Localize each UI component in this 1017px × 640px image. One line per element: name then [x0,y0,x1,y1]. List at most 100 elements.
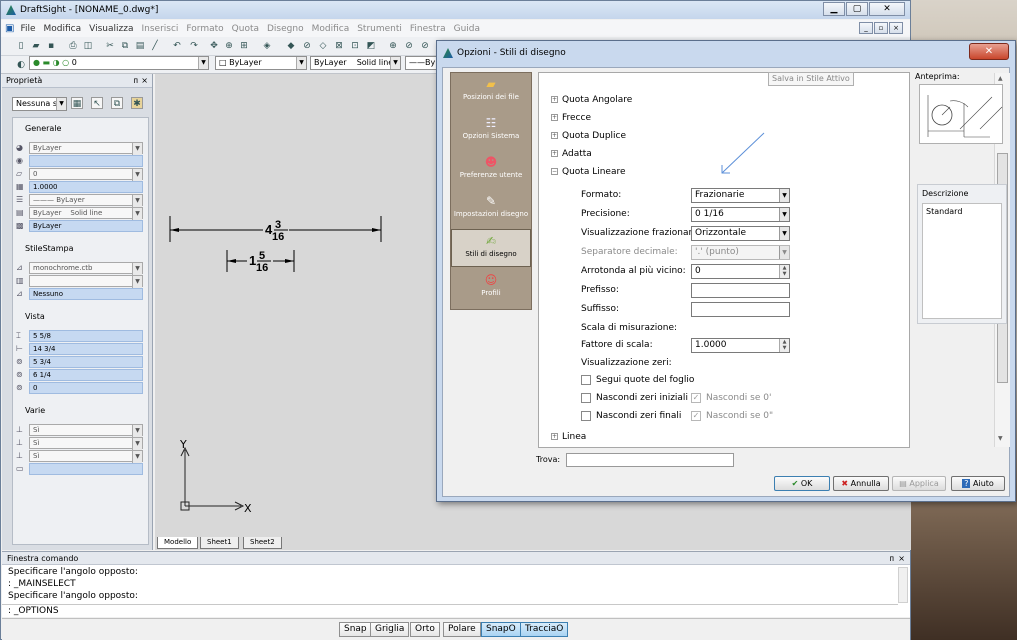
quick-select-icon[interactable]: ▦ [71,97,83,109]
zoom-window-icon[interactable]: ⊞ [238,40,250,52]
menu-modifica[interactable]: Modifica [40,24,86,34]
prop-plotstyle-attached[interactable]: ▥ ▼ [16,275,143,288]
nascondi-zeri-iniziali-checkbox[interactable] [581,393,591,403]
precisione-select[interactable]: 0 1/16 ▼ [691,207,790,222]
suffisso-input[interactable] [691,302,790,317]
tree-quota-duplice[interactable]: + Quota Duplice [551,131,626,141]
selection-combo[interactable]: Nessuna sel ▼ [12,97,67,111]
nav-impostazioni-disegno[interactable]: ✎ Impostazioni disegno [451,190,531,228]
tree-linea[interactable]: + Linea [551,432,586,442]
ortho-button[interactable]: Orto [410,622,440,637]
polar-button[interactable]: Polare [443,622,481,637]
menu-strumenti[interactable]: Strumenti [353,24,406,34]
tab-sheet1[interactable]: Sheet1 [200,537,239,549]
snap-icon-9[interactable]: ⊘ [419,40,431,52]
prop-ucs-name[interactable]: ▭ [16,463,143,475]
layer-state-icon[interactable]: ◐ [15,59,27,71]
segui-quote-checkbox[interactable] [581,375,591,385]
print-preview-icon[interactable]: ◫ [82,40,94,52]
minimize-button[interactable]: ▁ [823,2,845,16]
dialog-close-button[interactable]: ✕ [969,43,1009,60]
menu-guida[interactable]: Guida [450,24,484,34]
tab-modello[interactable]: Modello [157,537,199,549]
tree-quota-lineare[interactable]: − Quota Lineare [551,167,626,177]
nascondi-zeri-finali-checkbox[interactable] [581,411,591,421]
prop-plotstyle[interactable]: ⊿ Nessuno [16,288,143,300]
help-button[interactable]: ? Aiuto [951,476,1005,491]
pin-icon[interactable]: ᴨ [133,74,138,88]
grid-button[interactable]: Griglia [370,622,410,637]
nav-posizioni-file[interactable]: ▰ Posizioni dei file [451,73,531,111]
prop-transparency[interactable]: ▩ ByLayer [16,220,143,232]
arrotonda-input[interactable]: 0 ▲ ▼ [691,264,790,279]
menu-modifica-2[interactable]: Modifica [308,24,354,34]
zoom-realtime-icon[interactable]: ⊕ [223,40,235,52]
menu-inserisci[interactable]: Inserisci [137,24,182,34]
menu-file[interactable]: File [16,24,39,34]
prop-linetype-scale[interactable]: ▦ 1.0000 [16,181,143,193]
esnap-button[interactable]: SnapO [481,622,521,637]
cancel-button[interactable]: ✖ Annulla [833,476,889,491]
sepdec-select[interactable]: '.' (punto) ▼ [691,245,790,260]
scroll-up-icon[interactable]: ▲ [998,75,1003,82]
prop-layer-row[interactable]: ◉ [16,155,143,167]
prop-view-width[interactable]: ⊢ 14 3/4 [16,343,143,355]
command-scrollbar[interactable] [898,567,908,603]
nascondi-se-0-piedi-checkbox[interactable]: ✓ [691,393,701,403]
snap-icon-1[interactable]: ◆ [285,40,297,52]
snap-icon-3[interactable]: ◇ [317,40,329,52]
snap-button[interactable]: Snap [339,622,372,637]
prop-view-center-y[interactable]: ⊚ 6 1/4 [16,369,143,381]
linetype-combo[interactable]: ByLayer Solid line ▼ [310,56,401,70]
snap-icon-4[interactable]: ⊠ [333,40,345,52]
close-button[interactable]: ✕ [869,2,905,16]
layer-manager-icon[interactable]: ◈ [261,40,273,52]
print-icon[interactable]: ⎙ [67,40,79,52]
select-objects-icon[interactable]: ↖ [91,97,103,109]
match-properties-icon[interactable]: ╱ [149,40,161,52]
pan-icon[interactable]: ✥ [208,40,220,52]
menu-quota[interactable]: Quota [228,24,263,34]
prop-ucs-icon-on[interactable]: ⊥ Sì ▼ [16,424,143,437]
prop-ucs-per-viewport[interactable]: ⊥ Sì ▼ [16,450,143,463]
prop-view-center-z[interactable]: ⊚ 0 [16,382,143,394]
menu-finestra[interactable]: Finestra [406,24,450,34]
prop-view-center-x[interactable]: ⊚ 5 3/4 [16,356,143,368]
prop-ucs-icon-origin[interactable]: ⊥ Sì ▼ [16,437,143,450]
nav-opzioni-sistema[interactable]: ☷ Opzioni Sistema [451,112,531,150]
ok-button[interactable]: ✔ OK [774,476,830,491]
paste-icon[interactable]: ▤ [134,40,146,52]
fattore-input[interactable]: 1.0000 ▲ ▼ [691,338,790,353]
tab-sheet2[interactable]: Sheet2 [243,537,282,549]
save-to-active-style-button[interactable]: Salva in Stile Attivo [768,72,854,86]
prop-plotstyle-table[interactable]: ⊿ monochrome.ctb ▼ [16,262,143,275]
color-combo[interactable]: □ ByLayer ▼ [215,56,307,70]
fattore-spinner-icon[interactable]: ▲ ▼ [779,339,789,352]
layer-combo[interactable]: ● ▬ ◑ ○ 0 ▼ [29,56,209,70]
doc-close-button[interactable]: × [889,22,903,34]
tree-quota-angolare[interactable]: + Quota Angolare [551,95,632,105]
snap-icon-7[interactable]: ⊕ [387,40,399,52]
snap-icon-8[interactable]: ⊘ [403,40,415,52]
nav-stili-disegno[interactable]: ✍ Stili di disegno [451,229,531,267]
scroll-down-icon[interactable]: ▼ [998,435,1003,442]
command-input[interactable]: : _OPTIONS [8,606,59,616]
tree-adatta[interactable]: + Adatta [551,149,592,159]
apply-button[interactable]: ▤ Applica [892,476,946,491]
prefisso-input[interactable] [691,283,790,298]
undo-icon[interactable]: ↶ [171,40,183,52]
save-icon[interactable]: ▪ [45,40,57,52]
doc-minimize-button[interactable]: _ [859,22,873,34]
toggle-pickadd-icon[interactable]: ⧉ [111,97,123,109]
snap-icon-5[interactable]: ⊡ [349,40,361,52]
cmd-pin-icon[interactable]: ᴨ [889,552,894,565]
menu-disegno[interactable]: Disegno [263,24,308,34]
menu-visualizza[interactable]: Visualizza [85,24,137,34]
new-icon[interactable]: ▯ [15,40,27,52]
nascondi-se-0-pollici-checkbox[interactable]: ✓ [691,411,701,421]
visfraz-select[interactable]: Orizzontale ▼ [691,226,790,241]
tree-frecce[interactable]: + Frecce [551,113,591,123]
prop-view-height[interactable]: ⌶ 5 5/8 [16,330,143,342]
properties-options-icon[interactable]: ✱ [131,97,143,109]
doc-restore-button[interactable]: ▫ [874,22,888,34]
